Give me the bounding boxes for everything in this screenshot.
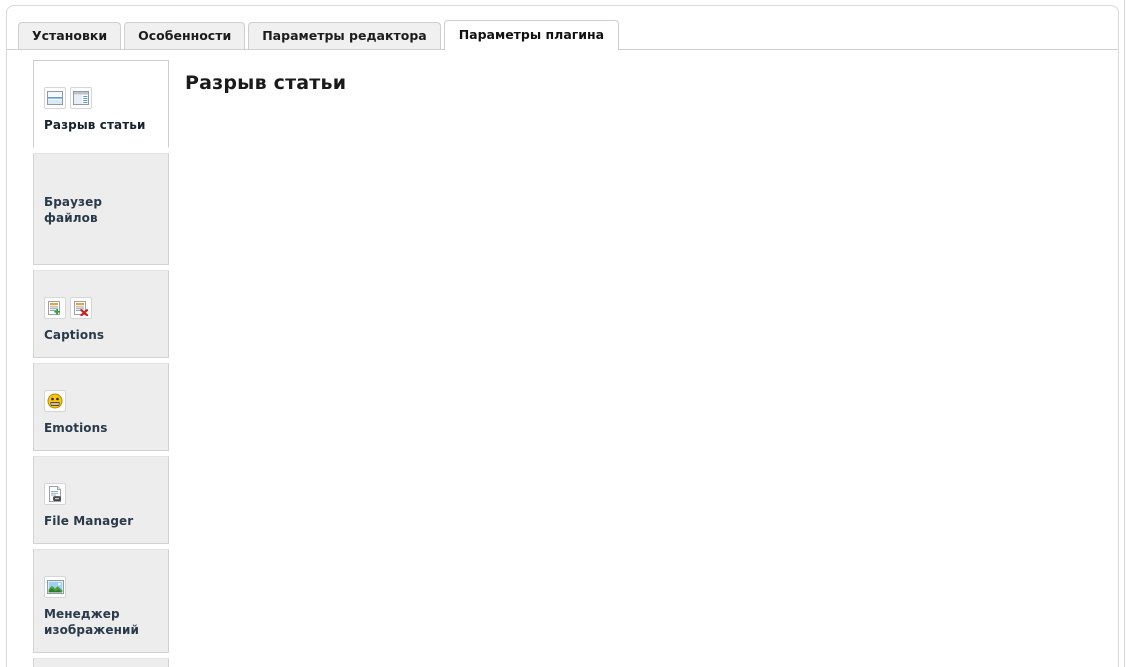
- tab-ustanovki[interactable]: Установки: [18, 22, 122, 49]
- page-break-sidebar-icon[interactable]: [70, 87, 92, 109]
- vertical-scrollbar[interactable]: [1124, 0, 1125, 667]
- caption-add-icon[interactable]: [44, 297, 66, 319]
- active-tab-mask: [444, 49, 619, 51]
- document-icon[interactable]: [44, 483, 66, 505]
- sidebar-item-label: File Manager: [44, 514, 134, 528]
- sidebar-item-label: Captions: [44, 328, 105, 342]
- tab-parametry-plagina[interactable]: Параметры плагина: [443, 20, 620, 49]
- sidebar-item-file-manager[interactable]: File Manager: [33, 456, 169, 544]
- icon-row: [44, 390, 158, 412]
- sidebar-item-brauzer-faylov[interactable]: Браузер файлов: [33, 153, 169, 265]
- smiley-icon[interactable]: [44, 390, 66, 412]
- plugin-sidebar: Разрыв статьи Браузер файлов Captions Emoti…: [33, 60, 169, 667]
- sidebar-item-razryv-stati[interactable]: Разрыв статьи: [33, 60, 169, 148]
- icon-row: [44, 87, 158, 109]
- image-icon[interactable]: [44, 576, 66, 598]
- tab-bar: Установки Особенности Параметры редактора П…: [18, 20, 622, 49]
- panel-body: Разрыв статьи Браузер файлов Captions Emoti…: [7, 50, 1118, 667]
- sidebar-item-captions[interactable]: Captions: [33, 270, 169, 358]
- page-title: Разрыв статьи: [185, 72, 347, 94]
- sidebar-item-label: Менеджер изображений: [44, 607, 139, 637]
- icon-row: [44, 576, 158, 598]
- main-content: Разрыв статьи: [185, 50, 1118, 667]
- sidebar-item-label: Браузер файлов: [44, 195, 103, 225]
- page-break-icon[interactable]: [44, 87, 66, 109]
- sidebar-item-label: Разрыв статьи: [44, 118, 146, 132]
- tab-osobennosti[interactable]: Особенности: [124, 22, 246, 49]
- icon-row: [44, 483, 158, 505]
- sidebar-item-emotions[interactable]: Emotions: [33, 363, 169, 451]
- app-root: Установки Особенности Параметры редактора П…: [0, 0, 1135, 667]
- sidebar-item-label: Emotions: [44, 421, 108, 435]
- sidebar-item-ssylka[interactable]: Ссылка: [33, 658, 169, 667]
- sidebar-item-menedzher-izobrazheniy[interactable]: Менеджер изображений: [33, 549, 169, 653]
- icon-row: [44, 297, 158, 319]
- caption-remove-icon[interactable]: [70, 297, 92, 319]
- tab-parametry-redaktora[interactable]: Параметры редактора: [248, 22, 441, 49]
